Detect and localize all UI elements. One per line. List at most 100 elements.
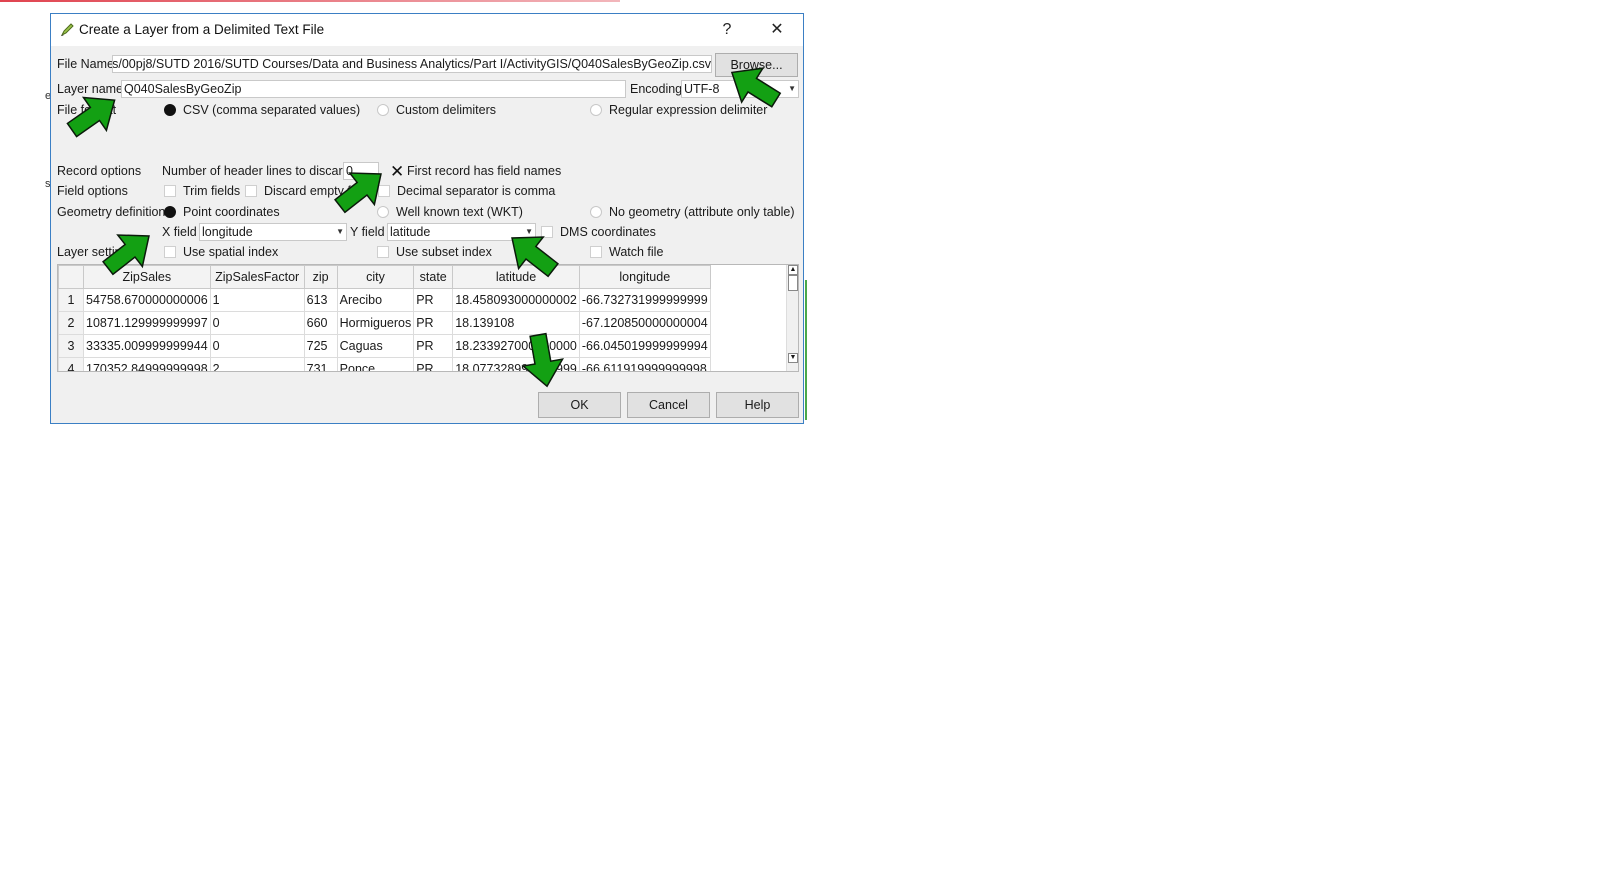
table-cell: 10871.129999999997 bbox=[83, 311, 211, 335]
table-cell: PR bbox=[413, 334, 454, 358]
title-bar: Create a Layer from a Delimited Text Fil… bbox=[51, 14, 803, 46]
cancel-button[interactable]: Cancel bbox=[627, 392, 710, 418]
column-header[interactable]: city bbox=[336, 265, 415, 289]
decimal-comma-label: Decimal separator is comma bbox=[397, 184, 556, 198]
table-cell: 18.139108 bbox=[452, 311, 580, 335]
x-field-label: X field bbox=[162, 225, 197, 239]
close-icon[interactable]: ✕ bbox=[757, 18, 797, 42]
file-format-label: File format bbox=[57, 103, 117, 117]
point-coordinates-radio[interactable] bbox=[164, 206, 176, 218]
custom-delimiters-label: Custom delimiters bbox=[396, 103, 497, 117]
dms-checkbox[interactable] bbox=[541, 226, 553, 238]
x-field-value: longitude bbox=[202, 225, 253, 239]
first-record-checkbox[interactable]: ✕ bbox=[389, 163, 404, 180]
no-geometry-radio[interactable] bbox=[590, 206, 602, 218]
subset-index-label: Use subset index bbox=[396, 245, 492, 259]
scroll-up-icon[interactable]: ▲ bbox=[788, 265, 798, 275]
help-icon[interactable]: ? bbox=[707, 18, 747, 42]
first-record-label: First record has field names bbox=[407, 164, 562, 178]
field-options-label: Field options bbox=[57, 184, 128, 198]
subset-index-checkbox[interactable] bbox=[377, 246, 389, 258]
discard-empty-checkbox[interactable] bbox=[245, 185, 257, 197]
scroll-down-icon[interactable]: ▼ bbox=[788, 353, 798, 363]
scroll-thumb[interactable] bbox=[788, 275, 798, 291]
spatial-index-label: Use spatial index bbox=[183, 245, 279, 259]
qgis-pencil-icon bbox=[60, 23, 74, 37]
table-cell: Caguas bbox=[336, 334, 415, 358]
table-cell: 0 bbox=[209, 311, 305, 335]
table-cell: PR bbox=[413, 357, 454, 371]
layer-name-label: Layer name bbox=[57, 82, 124, 96]
regex-delimiter-label: Regular expression delimiter bbox=[609, 103, 768, 117]
decimal-comma-checkbox[interactable] bbox=[378, 185, 390, 197]
table-cell: Ponce bbox=[336, 357, 415, 371]
table-cell: Hormigueros bbox=[336, 311, 415, 335]
spatial-index-checkbox[interactable] bbox=[164, 246, 176, 258]
file-name-label: File Name bbox=[57, 57, 114, 71]
column-header[interactable]: state bbox=[413, 265, 454, 289]
y-field-label: Y field bbox=[350, 225, 385, 239]
regex-delimiter-radio[interactable] bbox=[590, 104, 602, 116]
table-cell: PR bbox=[413, 288, 454, 312]
vertical-scrollbar[interactable]: ▲ ▼ bbox=[786, 265, 798, 371]
file-name-value: Documents/00pj8/SUTD 2016/SUTD Courses/D… bbox=[112, 57, 711, 71]
encoding-value: UTF-8 bbox=[684, 82, 720, 96]
table-cell: 660 bbox=[303, 311, 338, 335]
top-accent-line bbox=[0, 0, 620, 2]
background-edge bbox=[805, 280, 807, 420]
table-row[interactable]: 1 54758.670000000006 1 613 Arecibo PR 18… bbox=[58, 288, 711, 312]
ok-button[interactable]: OK bbox=[538, 392, 621, 418]
encoding-label: Encoding bbox=[630, 82, 683, 96]
custom-delimiters-radio[interactable] bbox=[377, 104, 389, 116]
table-row[interactable]: 3 33335.009999999944 0 725 Caguas PR 18.… bbox=[58, 334, 711, 358]
table-cell: 170352.84999999998 bbox=[83, 357, 211, 371]
table-cell: PR bbox=[413, 311, 454, 335]
table-cell: 731 bbox=[303, 357, 338, 371]
table-cell: -66.045019999999994 bbox=[578, 334, 711, 358]
file-name-input[interactable]: Documents/00pj8/SUTD 2016/SUTD Courses/D… bbox=[112, 55, 712, 73]
watch-file-label: Watch file bbox=[609, 245, 664, 259]
csv-radio[interactable] bbox=[164, 104, 176, 116]
chevron-down-icon: ▼ bbox=[525, 227, 533, 236]
geometry-definition-label: Geometry definition bbox=[57, 205, 166, 219]
table-cell: 0 bbox=[209, 334, 305, 358]
column-header[interactable]: latitude bbox=[452, 265, 580, 289]
table-row[interactable]: 4 170352.84999999998 2 731 Ponce PR 18.0… bbox=[58, 357, 711, 371]
preview-table[interactable]: ZipSales ZipSalesFactor zip city state l… bbox=[57, 264, 799, 372]
table-cell: 18.233927000000000 bbox=[452, 334, 580, 358]
row-number: 2 bbox=[58, 311, 84, 335]
trim-fields-checkbox[interactable] bbox=[164, 185, 176, 197]
point-coordinates-label: Point coordinates bbox=[183, 205, 280, 219]
y-field-select[interactable]: latitude ▼ bbox=[387, 223, 536, 241]
table-cell: 1 bbox=[209, 288, 305, 312]
column-header[interactable]: ZipSales bbox=[83, 265, 211, 289]
column-header[interactable]: ZipSalesFactor bbox=[209, 265, 305, 289]
wkt-radio[interactable] bbox=[377, 206, 389, 218]
row-number: 4 bbox=[58, 357, 84, 371]
table-cell: 18.458093000000002 bbox=[452, 288, 580, 312]
record-options-label: Record options bbox=[57, 164, 142, 178]
watch-file-checkbox[interactable] bbox=[590, 246, 602, 258]
column-header[interactable]: longitude bbox=[578, 265, 711, 289]
table-row[interactable]: 2 10871.129999999997 0 660 Hormigueros P… bbox=[58, 311, 711, 335]
header-lines-input[interactable]: 0 bbox=[343, 162, 379, 180]
discard-empty-label: Discard empty fields bbox=[264, 184, 377, 198]
table-cell: 725 bbox=[303, 334, 338, 358]
chevron-down-icon: ▼ bbox=[788, 84, 796, 93]
table-header-row: ZipSales ZipSalesFactor zip city state l… bbox=[58, 265, 711, 289]
corner-cell bbox=[58, 265, 84, 289]
x-field-select[interactable]: longitude ▼ bbox=[199, 223, 347, 241]
encoding-select[interactable]: UTF-8 ▼ bbox=[681, 80, 799, 98]
help-button[interactable]: Help bbox=[716, 392, 799, 418]
row-number: 3 bbox=[58, 334, 84, 358]
table-cell: 33335.009999999944 bbox=[83, 334, 211, 358]
chevron-down-icon: ▼ bbox=[336, 227, 344, 236]
delimited-text-dialog: Create a Layer from a Delimited Text Fil… bbox=[50, 13, 804, 424]
preview-grid: ZipSales ZipSalesFactor zip city state l… bbox=[58, 265, 711, 371]
table-cell: 613 bbox=[303, 288, 338, 312]
table-cell: Arecibo bbox=[336, 288, 415, 312]
column-header[interactable]: zip bbox=[303, 265, 338, 289]
browse-button[interactable]: Browse... bbox=[715, 53, 798, 77]
layer-name-input[interactable]: Q040SalesByGeoZip bbox=[121, 80, 626, 98]
trim-fields-label: Trim fields bbox=[183, 184, 241, 198]
